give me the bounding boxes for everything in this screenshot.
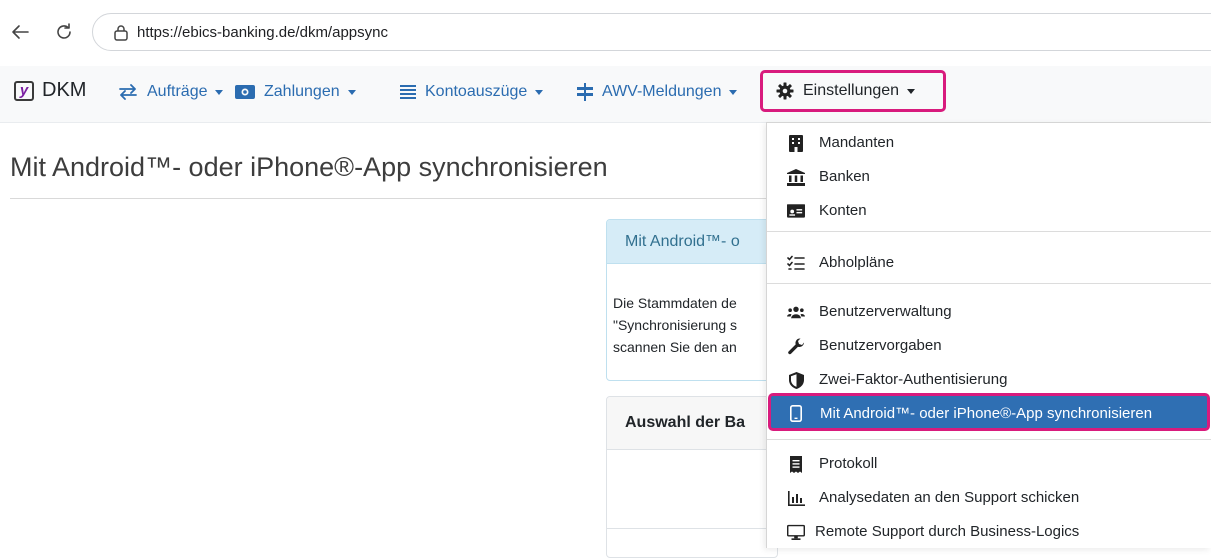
reload-button[interactable]	[52, 20, 76, 44]
page-title: Mit Android™- oder iPhone®-App synchroni…	[10, 152, 608, 182]
menu-item-label: Mandanten	[819, 134, 895, 151]
einstellungen-dropdown-menu: Mandanten Banken Konten Abholpläne Benut…	[766, 122, 1211, 548]
info-card-body: Die Stammdaten de "Synchronisierung s sc…	[613, 292, 737, 358]
back-button[interactable]	[8, 20, 32, 44]
reload-icon	[57, 23, 71, 39]
list-lines-icon	[400, 85, 416, 99]
nav-einstellungen-label: Einstellungen	[803, 82, 900, 99]
info-card: Mit Android™- o Die Stammdaten de "Synch…	[606, 219, 778, 381]
bank-card-title: Auswahl der Ba	[625, 414, 746, 431]
menu-divider	[767, 231, 1211, 232]
menu-item-abholplaene[interactable]: Abholpläne	[767, 249, 1211, 277]
nav-einstellungen[interactable]: Einstellungen	[760, 70, 946, 112]
id-card-icon	[787, 202, 805, 220]
shield-icon	[787, 371, 805, 389]
bank-card-divider	[607, 528, 777, 529]
info-card-line: Die Stammdaten de	[613, 295, 737, 311]
menu-item-label: Banken	[819, 168, 870, 185]
money-bill-icon	[235, 85, 255, 99]
info-card-line: scannen Sie den an	[613, 339, 737, 355]
caret-down-icon	[347, 89, 356, 95]
building-icon	[787, 134, 805, 152]
menu-item-protokoll[interactable]: Protokoll	[767, 450, 1211, 478]
desktop-icon	[787, 523, 805, 541]
main-navbar: y DKM Aufträge Zahlungen Kontoauszüge AW…	[0, 66, 1211, 123]
nav-auftraege-label: Aufträge	[147, 83, 208, 100]
caret-down-icon	[907, 88, 916, 94]
transfer-bars-icon	[577, 83, 593, 101]
menu-item-benutzerverwaltung[interactable]: Benutzerverwaltung	[767, 298, 1211, 326]
menu-item-label: Konten	[819, 202, 867, 219]
receipt-icon	[787, 455, 805, 473]
menu-item-analysedaten[interactable]: Analysedaten an den Support schicken	[767, 484, 1211, 512]
browser-toolbar: https://ebics-banking.de/dkm/appsync	[0, 0, 1211, 66]
nav-auftraege[interactable]: Aufträge	[118, 80, 224, 104]
info-card-title: Mit Android™- o	[625, 233, 740, 250]
nav-kontoauszuege-label: Kontoauszüge	[425, 83, 528, 100]
menu-item-label: Mit Android™- oder iPhone®-App synchroni…	[820, 405, 1153, 422]
caret-down-icon	[215, 89, 224, 95]
nav-kontoauszuege[interactable]: Kontoauszüge	[400, 80, 544, 104]
menu-item-label: Benutzervorgaben	[819, 337, 942, 354]
info-card-line: "Synchronisierung s	[613, 317, 738, 333]
brand-name: DKM	[42, 79, 87, 101]
arrows-exchange-icon	[118, 84, 138, 100]
site-info-icon[interactable]	[113, 24, 129, 42]
bank-icon	[787, 168, 805, 186]
menu-item-label: Abholpläne	[819, 254, 895, 271]
title-divider	[10, 198, 770, 199]
url-text: https://ebics-banking.de/dkm/appsync	[137, 24, 388, 41]
nav-awv-label: AWV-Meldungen	[602, 83, 722, 100]
menu-item-label: Benutzerverwaltung	[819, 303, 952, 320]
checklist-icon	[787, 254, 805, 272]
menu-item-zwei-faktor[interactable]: Zwei-Faktor-Authentisierung	[767, 366, 1211, 394]
brand[interactable]: y DKM	[14, 79, 86, 102]
menu-item-banken[interactable]: Banken	[767, 163, 1211, 191]
nav-zahlungen[interactable]: Zahlungen	[235, 80, 356, 104]
nav-zahlungen-label: Zahlungen	[264, 83, 340, 100]
bar-chart-icon	[787, 489, 805, 507]
arrow-left-icon	[12, 25, 29, 39]
menu-item-label: Analysedaten an den Support schicken	[819, 489, 1080, 506]
wrench-icon	[787, 337, 805, 355]
users-icon	[787, 303, 805, 321]
menu-item-label: Remote Support durch Business-Logics	[815, 523, 1080, 540]
menu-item-mandanten[interactable]: Mandanten	[767, 129, 1211, 157]
menu-item-remote-support[interactable]: Remote Support durch Business-Logics	[767, 518, 1211, 546]
menu-item-konten[interactable]: Konten	[767, 197, 1211, 225]
nav-awv-meldungen[interactable]: AWV-Meldungen	[577, 80, 738, 104]
bank-selection-card: Auswahl der Ba	[606, 396, 778, 558]
menu-divider	[767, 439, 1211, 440]
menu-item-app-sync[interactable]: Mit Android™- oder iPhone®-App synchroni…	[768, 393, 1210, 431]
caret-down-icon	[535, 89, 544, 95]
menu-item-label: Protokoll	[819, 455, 878, 472]
address-bar[interactable]: https://ebics-banking.de/dkm/appsync	[92, 13, 1211, 51]
menu-item-label: Zwei-Faktor-Authentisierung	[819, 371, 1008, 388]
menu-divider	[767, 283, 1211, 284]
brand-logo: y	[14, 80, 34, 101]
mobile-phone-icon	[787, 404, 805, 422]
caret-down-icon	[729, 89, 738, 95]
menu-item-benutzervorgaben[interactable]: Benutzervorgaben	[767, 332, 1211, 360]
gear-icon	[776, 82, 794, 100]
